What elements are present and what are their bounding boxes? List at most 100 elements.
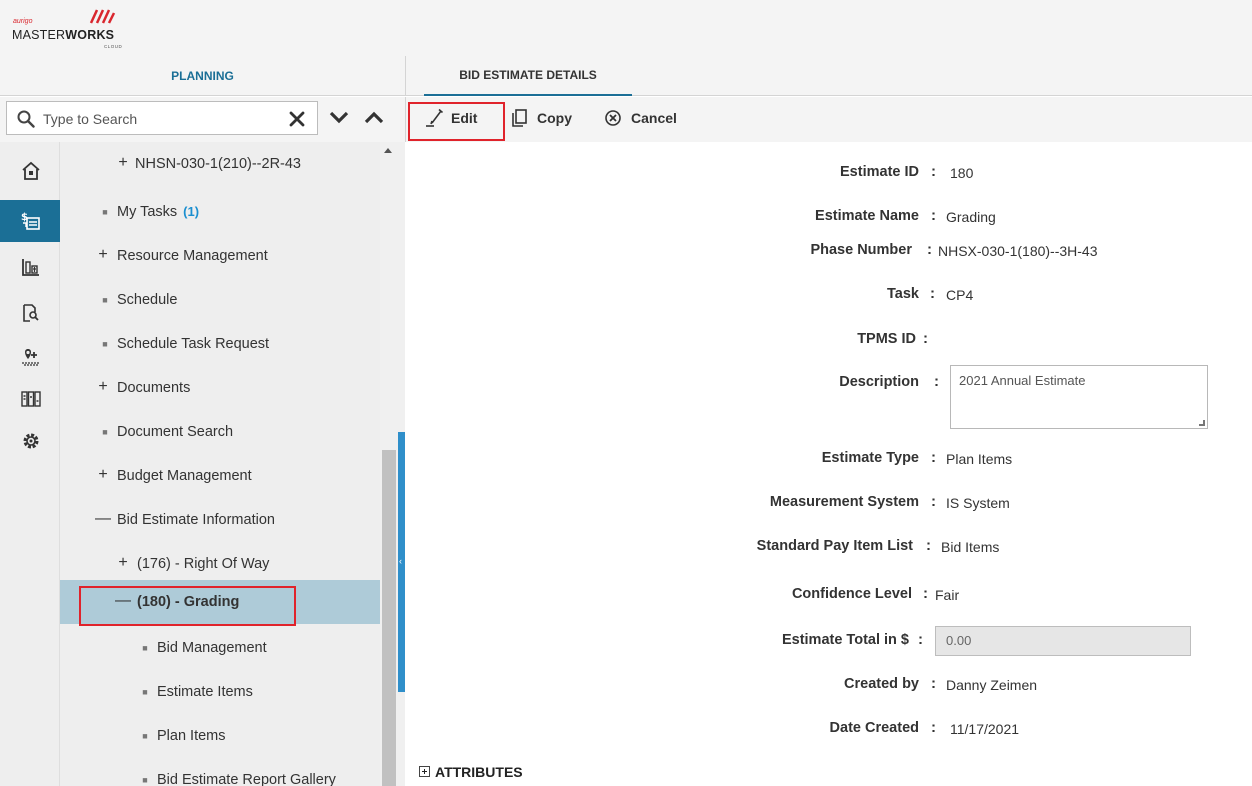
tree-item-label: (176) - Right Of Way bbox=[137, 556, 270, 572]
bullet-icon: ■ bbox=[142, 687, 148, 697]
field-label: Confidence Level bbox=[791, 586, 912, 602]
bid-estimate-icon: $ bbox=[21, 212, 40, 230]
bullet-icon: ■ bbox=[142, 731, 148, 741]
field-label: Task bbox=[887, 286, 919, 302]
bid-estimate-details-form: Estimate ID : 180 Estimate Name : Gradin… bbox=[405, 142, 1252, 786]
home-icon bbox=[22, 161, 40, 180]
field-value: 180 bbox=[950, 165, 974, 181]
rail-item-document-search[interactable] bbox=[0, 292, 60, 334]
field-separator: : bbox=[931, 207, 936, 224]
field-estimate-type: Estimate Type : Plan Items bbox=[405, 446, 1252, 470]
cancel-circle-icon bbox=[605, 110, 621, 126]
tree-item-label: Plan Items bbox=[157, 728, 226, 744]
scroll-up-arrow-icon[interactable] bbox=[384, 148, 392, 153]
rail-item-settings[interactable] bbox=[0, 420, 60, 462]
bullet-icon: ■ bbox=[102, 427, 108, 437]
bullet-icon: ■ bbox=[102, 295, 108, 305]
cancel-button-label: Cancel bbox=[631, 110, 677, 126]
field-label: Date Created bbox=[829, 720, 919, 736]
expand-plus-icon[interactable]: + bbox=[95, 378, 111, 396]
rail-item-location-map[interactable] bbox=[0, 336, 60, 378]
tree-item-bid-estimate-information[interactable]: — Bid Estimate Information bbox=[60, 498, 380, 542]
field-value: Bid Items bbox=[941, 539, 1000, 555]
description-textarea[interactable]: 2021 Annual Estimate bbox=[950, 365, 1208, 429]
field-separator: : bbox=[918, 631, 923, 648]
collapse-left-icon: ‹ bbox=[399, 556, 402, 566]
tree-item-label: My Tasks (1) bbox=[117, 204, 200, 220]
field-created-by: Created by : Danny Zeimen bbox=[405, 672, 1252, 696]
location-map-icon bbox=[22, 349, 40, 366]
tree-item-schedule[interactable]: ■ Schedule bbox=[60, 278, 380, 322]
field-value: IS System bbox=[946, 495, 1010, 511]
tree-item-label: Bid Estimate Information bbox=[117, 512, 275, 528]
tree-item-label: Documents bbox=[117, 380, 191, 396]
estimate-total-value: 0.00 bbox=[946, 633, 972, 648]
field-separator: : bbox=[931, 719, 936, 736]
field-label: Measurement System bbox=[769, 494, 919, 510]
tree-item-budget-management[interactable]: + Budget Management bbox=[60, 454, 380, 498]
rail-item-bid-estimate[interactable]: $ bbox=[0, 200, 60, 242]
panel-splitter[interactable]: ‹ bbox=[398, 142, 405, 786]
field-separator: : bbox=[926, 537, 931, 554]
details-toolbar: Edit Copy Cancel bbox=[405, 97, 1252, 142]
tree-item-my-tasks[interactable]: ■ My Tasks (1) bbox=[60, 190, 380, 234]
rail-item-modules[interactable] bbox=[0, 378, 60, 420]
tree-item-label: Bid Estimate Report Gallery bbox=[157, 772, 336, 786]
chevron-up-icon[interactable] bbox=[363, 108, 385, 128]
app-header: aurigo MASTERWORKS CLOUD bbox=[0, 0, 1252, 56]
field-label: TPMS ID bbox=[857, 331, 916, 347]
collapse-panel-handle[interactable]: ‹ bbox=[398, 432, 405, 692]
expand-plus-icon[interactable]: + bbox=[115, 554, 131, 572]
logo-mark-icon bbox=[89, 9, 116, 24]
logo-aurigo-text: aurigo bbox=[13, 18, 33, 25]
field-separator: : bbox=[931, 493, 936, 510]
tree-item-label: Budget Management bbox=[117, 468, 252, 484]
copy-button[interactable]: Copy bbox=[510, 107, 580, 129]
tree-item-plan-items[interactable]: ■ Plan Items bbox=[60, 714, 380, 758]
tree-item-estimate-items[interactable]: ■ Estimate Items bbox=[60, 670, 380, 714]
cancel-button[interactable]: Cancel bbox=[604, 107, 694, 129]
tree-item-nhsn-030[interactable]: + NHSN-030-1(210)--2R-43 bbox=[60, 142, 380, 186]
bullet-icon: ■ bbox=[142, 775, 148, 785]
task-count-badge: (1) bbox=[183, 204, 200, 219]
field-label: Created by bbox=[844, 676, 919, 692]
field-separator: : bbox=[931, 449, 936, 466]
tree-item-label: Schedule bbox=[117, 292, 178, 308]
field-task: Task : CP4 bbox=[405, 282, 1252, 306]
tree-item-resource-management[interactable]: + Resource Management bbox=[60, 234, 380, 278]
tab-bid-estimate-details[interactable]: BID ESTIMATE DETAILS bbox=[424, 56, 632, 96]
expand-box-icon[interactable] bbox=[419, 766, 430, 777]
tree-item-bid-estimate-report-gallery[interactable]: ■ Bid Estimate Report Gallery bbox=[60, 758, 380, 786]
resize-grip-icon[interactable] bbox=[1199, 420, 1205, 426]
tree-scrollbar[interactable] bbox=[380, 142, 398, 786]
clear-search-icon[interactable] bbox=[287, 109, 307, 129]
expand-plus-icon[interactable]: + bbox=[95, 246, 111, 264]
field-value: 11/17/2021 bbox=[950, 721, 1020, 737]
expand-plus-icon[interactable]: + bbox=[115, 154, 131, 172]
tree-item-label: Schedule Task Request bbox=[117, 336, 270, 352]
rail-item-home[interactable] bbox=[0, 150, 60, 192]
logo-brand-text: MASTERWORKS bbox=[12, 28, 115, 42]
rail-item-building-chart[interactable] bbox=[0, 246, 60, 288]
module-icon-rail: $ bbox=[0, 142, 60, 786]
tree-search-row bbox=[0, 97, 405, 142]
scroll-thumb[interactable] bbox=[382, 450, 396, 786]
masterworks-logo[interactable]: aurigo MASTERWORKS CLOUD bbox=[8, 4, 158, 52]
collapse-minus-icon[interactable]: — bbox=[95, 510, 111, 528]
tree-item-schedule-task-request[interactable]: ■ Schedule Task Request bbox=[60, 322, 380, 366]
bullet-icon: ■ bbox=[142, 643, 148, 653]
field-measurement-system: Measurement System : IS System bbox=[405, 490, 1252, 514]
field-label: Description bbox=[839, 374, 919, 390]
bullet-icon: ■ bbox=[102, 339, 108, 349]
field-label: Standard Pay Item List bbox=[756, 538, 913, 554]
expand-plus-icon[interactable]: + bbox=[95, 466, 111, 484]
tree-item-bid-management[interactable]: ■ Bid Management bbox=[60, 626, 380, 670]
search-input[interactable] bbox=[43, 108, 273, 130]
tree-item-document-search[interactable]: ■ Document Search bbox=[60, 410, 380, 454]
chevron-down-icon[interactable] bbox=[329, 108, 349, 128]
tree-item-label: NHSN-030-1(210)--2R-43 bbox=[135, 156, 301, 172]
bullet-icon: ■ bbox=[102, 207, 108, 217]
field-value: Grading bbox=[946, 209, 996, 225]
tree-item-documents[interactable]: + Documents bbox=[60, 366, 380, 410]
tab-planning[interactable]: PLANNING bbox=[0, 56, 405, 96]
